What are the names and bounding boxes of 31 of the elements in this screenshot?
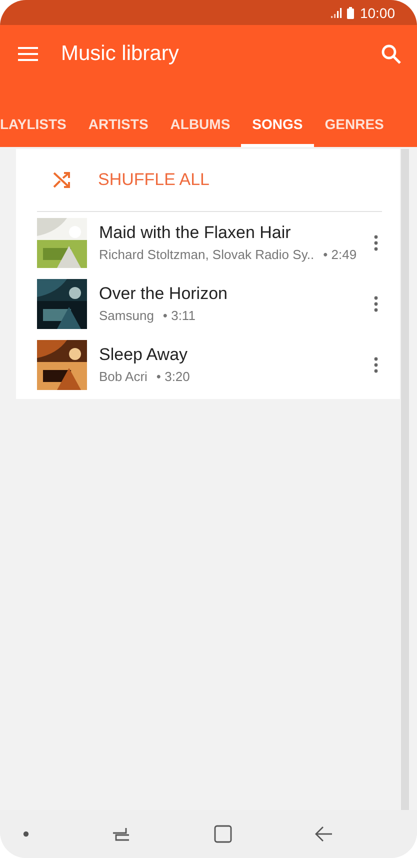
more-options-icon[interactable] <box>374 296 378 312</box>
song-title: Over the Horizon <box>99 284 228 304</box>
dot-icon[interactable] <box>23 831 29 837</box>
song-artist: Bob Acri <box>99 369 148 384</box>
recent-apps-icon[interactable] <box>112 827 130 841</box>
shuffle-all-button[interactable]: SHUFFLE ALL <box>16 149 400 211</box>
tab[interactable]: LAYLISTS <box>0 103 66 147</box>
more-options-icon[interactable] <box>374 234 378 250</box>
tab[interactable]: GENRES <box>324 103 384 147</box>
more-options-icon[interactable] <box>374 356 378 372</box>
tab[interactable]: ARTISTS <box>88 103 148 147</box>
signal-icon <box>330 8 343 18</box>
song-item[interactable]: Sleep Away Bob Acri • 3:20 <box>16 334 400 395</box>
song-item[interactable]: Over the Horizon Samsung • 3:11 <box>16 273 400 334</box>
song-duration: • 2:49 <box>323 247 357 262</box>
song-duration: • 3:20 <box>156 369 190 384</box>
song-title: Maid with the Flaxen Hair <box>99 223 292 243</box>
song-artist: Samsung <box>99 308 154 323</box>
app-title: Music library <box>61 42 180 66</box>
home-icon[interactable] <box>214 825 232 843</box>
song-duration: • 3:11 <box>162 308 196 323</box>
song-artist: Richard Stoltzman, Slovak Radio Sy.. <box>99 247 314 262</box>
song-title: Sleep Away <box>99 345 189 365</box>
menu-icon[interactable] <box>18 46 38 62</box>
tab[interactable]: ALBUMS <box>170 103 230 147</box>
back-icon[interactable] <box>314 826 333 842</box>
battery-icon <box>346 6 354 18</box>
search-icon[interactable] <box>381 44 401 64</box>
shuffle-icon <box>52 170 72 190</box>
song-item[interactable]: Maid with the Flaxen Hair Richard Stoltzman, Slovak Radio Sy.. • 2:49 <box>16 212 400 273</box>
status-time: 10:00 <box>360 4 395 20</box>
